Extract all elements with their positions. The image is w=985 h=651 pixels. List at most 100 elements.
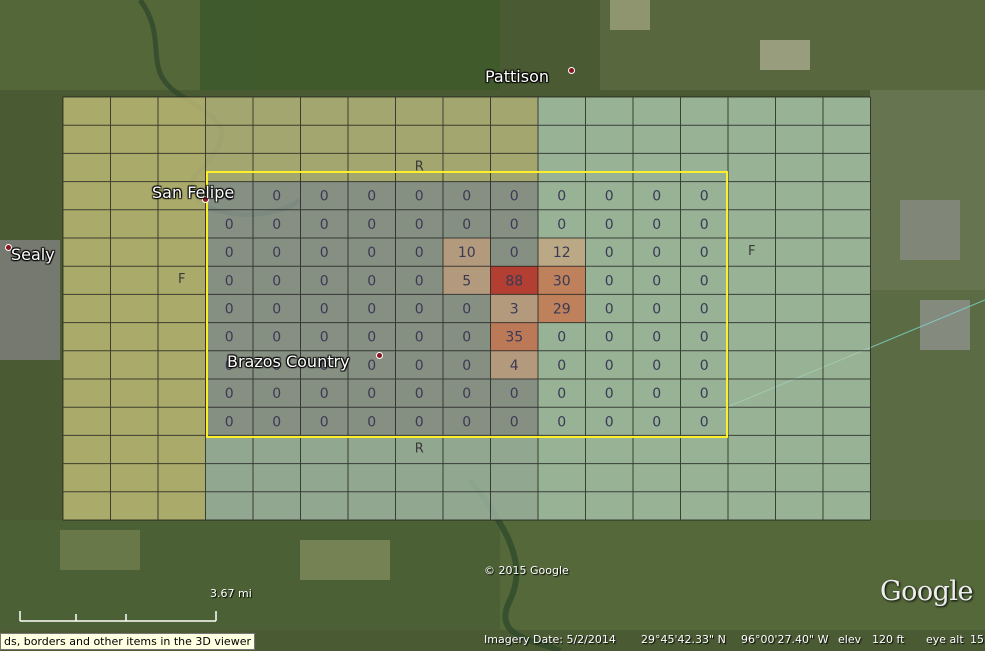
cell-value: 0 — [225, 386, 234, 402]
cell-value: 0 — [320, 330, 329, 346]
cell-value: 0 — [272, 302, 281, 318]
cell-value: 0 — [272, 189, 281, 205]
cell-value: 0 — [415, 189, 424, 205]
zone-yellow — [205, 97, 538, 182]
cell-value: 0 — [272, 386, 281, 402]
cell-value: 0 — [225, 302, 234, 318]
cell-value: 0 — [367, 189, 376, 205]
cell-value: 0 — [700, 245, 709, 261]
longitude-readout: 96°00'27.40" W — [741, 633, 829, 646]
cell-value: 0 — [415, 414, 424, 430]
cell-value: 0 — [700, 414, 709, 430]
cell-value: 0 — [367, 386, 376, 402]
cell-value: 0 — [700, 302, 709, 318]
cell-value: 0 — [605, 330, 614, 346]
eye-alt-value: 15 — [970, 633, 984, 646]
cell-value: 0 — [605, 302, 614, 318]
cell-value: 0 — [462, 386, 471, 402]
eye-alt-label: eye alt — [926, 633, 964, 646]
cell-value: 0 — [652, 273, 661, 289]
elev-label: elev — [838, 633, 862, 646]
cell-value: 0 — [320, 302, 329, 318]
cell-value: 0 — [320, 189, 329, 205]
cell-value: 0 — [510, 245, 519, 261]
cell-value: 0 — [652, 358, 661, 374]
scale-bar — [19, 611, 217, 622]
cell-value: 0 — [320, 273, 329, 289]
cell-value: 0 — [367, 414, 376, 430]
cell-value: 0 — [557, 217, 566, 233]
cell-value: 0 — [367, 273, 376, 289]
cell-value: 0 — [557, 358, 566, 374]
place-label-brazos-country[interactable]: Brazos Country — [227, 352, 350, 371]
cell-value: 0 — [510, 189, 519, 205]
cell-value: 0 — [415, 330, 424, 346]
cell-value: 0 — [225, 217, 234, 233]
cell-value: 0 — [652, 414, 661, 430]
cell-value: 0 — [225, 414, 234, 430]
cell-value: 0 — [700, 330, 709, 346]
cell-value: 0 — [462, 302, 471, 318]
place-pin[interactable] — [568, 67, 575, 74]
cell-value: 0 — [272, 245, 281, 261]
cell-value: 0 — [700, 217, 709, 233]
cell-value: 35 — [505, 330, 523, 346]
tooltip: ds, borders and other items in the 3D vi… — [0, 633, 255, 650]
cell-value: 0 — [415, 245, 424, 261]
cell-value: 0 — [510, 217, 519, 233]
grid-marker: R — [415, 441, 424, 456]
cell-value: 0 — [225, 273, 234, 289]
cell-value: 0 — [605, 386, 614, 402]
cell-value: 0 — [700, 189, 709, 205]
cell-value: 0 — [367, 330, 376, 346]
cell-value: 0 — [652, 245, 661, 261]
cell-value: 0 — [272, 217, 281, 233]
cell-value: 0 — [225, 330, 234, 346]
cell-value: 0 — [462, 358, 471, 374]
cell-value: 0 — [225, 245, 234, 261]
cell-value: 0 — [320, 414, 329, 430]
cell-value: 3 — [510, 302, 519, 318]
cell-value: 0 — [415, 273, 424, 289]
cell-value: 0 — [320, 386, 329, 402]
cell-value: 0 — [652, 330, 661, 346]
cell-value: 0 — [462, 217, 471, 233]
cell-value: 0 — [415, 386, 424, 402]
google-logo: Google — [880, 576, 973, 607]
cell-value: 0 — [510, 386, 519, 402]
cell-value: 0 — [652, 217, 661, 233]
cell-value: 0 — [700, 273, 709, 289]
scale-label: 3.67 mi — [210, 587, 252, 600]
cell-value: 0 — [320, 245, 329, 261]
cell-value: 0 — [272, 414, 281, 430]
place-label-sealy[interactable]: Sealy — [11, 245, 55, 264]
cell-value: 0 — [462, 414, 471, 430]
grid-marker: F — [178, 272, 185, 287]
place-label-pattison[interactable]: Pattison — [485, 67, 549, 86]
cell-value: 10 — [458, 245, 476, 261]
zone-yellow — [63, 97, 206, 520]
cell-value: 0 — [415, 302, 424, 318]
cell-value: 0 — [367, 358, 376, 374]
cell-value: 29 — [553, 302, 571, 318]
cell-value: 0 — [605, 273, 614, 289]
place-pin[interactable] — [376, 352, 383, 359]
elev-value: 120 ft — [872, 633, 905, 646]
map-canvas[interactable]: 0 0 0 0 0 0 0 0 0 0 0 0 0 0 0 0 0 0 0 0 0 0 0 0 0 0 0 10 0 12 0 0 0 0 0 0 0 0… — [0, 0, 985, 651]
place-label-san-felipe[interactable]: San Felipe — [152, 183, 234, 202]
cell-value: 4 — [510, 358, 519, 374]
cell-value: 0 — [367, 217, 376, 233]
grid-marker: R — [415, 159, 424, 174]
cell-value: 0 — [557, 330, 566, 346]
cell-value: 12 — [553, 245, 571, 261]
cell-value: 0 — [605, 217, 614, 233]
cell-value: 0 — [557, 386, 566, 402]
cell-value: 0 — [557, 414, 566, 430]
latitude-readout: 29°45'42.33" N — [641, 633, 726, 646]
cell-value: 30 — [553, 273, 571, 289]
cell-value: 0 — [557, 189, 566, 205]
grid-marker: F — [748, 244, 755, 259]
cell-value: 0 — [652, 386, 661, 402]
cell-value: 0 — [652, 302, 661, 318]
cell-value: 0 — [510, 414, 519, 430]
